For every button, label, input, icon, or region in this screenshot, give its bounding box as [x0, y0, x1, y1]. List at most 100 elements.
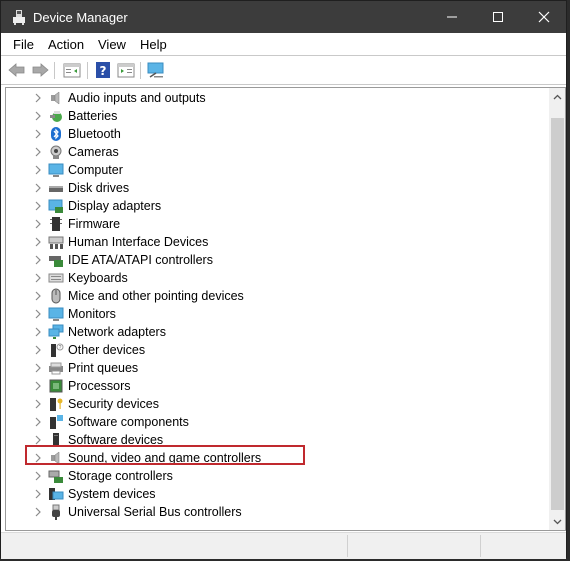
chevron-right-icon[interactable]	[33, 236, 43, 248]
tree-item[interactable]: Bluetooth	[6, 125, 546, 143]
chevron-right-icon[interactable]	[33, 92, 43, 104]
tree-item[interactable]: System devices	[6, 485, 546, 503]
chevron-right-icon[interactable]	[33, 398, 43, 410]
network-icon	[48, 324, 64, 339]
minimize-button[interactable]	[429, 1, 475, 33]
tree-item[interactable]: Network adapters	[6, 323, 546, 341]
menu-file[interactable]: File	[13, 37, 34, 52]
tree-item[interactable]: Audio inputs and outputs	[6, 89, 546, 107]
tree-item[interactable]: Display adapters	[6, 197, 546, 215]
tree-item-label: Network adapters	[68, 325, 166, 339]
chevron-right-icon[interactable]	[33, 470, 43, 482]
tree-item[interactable]: Software components	[6, 413, 546, 431]
computer-icon	[48, 163, 64, 177]
chevron-right-icon[interactable]	[33, 110, 43, 122]
tree-item[interactable]: Batteries	[6, 107, 546, 125]
software-component-icon	[50, 415, 63, 429]
chevron-right-icon[interactable]	[33, 254, 43, 266]
tree-item[interactable]: Storage controllers	[6, 467, 546, 485]
processor-icon	[49, 379, 63, 393]
mouse-icon	[51, 288, 61, 304]
chevron-right-icon[interactable]	[33, 416, 43, 428]
toolbar-separator	[140, 62, 141, 79]
camera-icon	[50, 145, 62, 159]
chevron-right-icon[interactable]	[33, 380, 43, 392]
status-segment	[347, 535, 348, 557]
chevron-right-icon[interactable]	[33, 164, 43, 176]
firmware-chip-icon	[50, 217, 62, 231]
help-icon[interactable]: ?	[93, 60, 113, 80]
hid-icon	[48, 236, 64, 249]
show-hide-console-tree-icon[interactable]	[62, 60, 82, 80]
chevron-right-icon[interactable]	[33, 452, 43, 464]
tree-item-label: Audio inputs and outputs	[68, 91, 206, 105]
tree-item[interactable]: Cameras	[6, 143, 546, 161]
tree-item-label: Security devices	[68, 397, 160, 411]
chevron-right-icon[interactable]	[33, 200, 43, 212]
chevron-right-icon[interactable]	[33, 128, 43, 140]
battery-icon	[50, 111, 62, 122]
tree-item[interactable]: Keyboards	[6, 269, 546, 287]
tree-item[interactable]: Sound, video and game controllers	[6, 449, 546, 467]
scroll-down-button[interactable]	[549, 513, 565, 530]
chevron-right-icon[interactable]	[33, 488, 43, 500]
tree-item-label: Processors	[68, 379, 131, 393]
tree-item[interactable]: Monitors	[6, 305, 546, 323]
tree-item[interactable]: Mice and other pointing devices	[6, 287, 546, 305]
back-arrow-icon[interactable]	[7, 60, 27, 80]
chevron-right-icon[interactable]	[33, 326, 43, 338]
tree-item-label: Keyboards	[68, 271, 128, 285]
tree-item[interactable]: ? Other devices	[6, 341, 546, 359]
speaker-icon	[51, 91, 60, 105]
title-bar[interactable]: Device Manager	[1, 1, 566, 33]
tree-item[interactable]: Human Interface Devices	[6, 233, 546, 251]
chevron-right-icon[interactable]	[33, 218, 43, 230]
chevron-right-icon[interactable]	[33, 308, 43, 320]
minimize-icon	[447, 16, 457, 18]
chevron-right-icon[interactable]	[33, 290, 43, 302]
window-title: Device Manager	[33, 10, 128, 25]
toolbar-separator	[54, 62, 55, 79]
unknown-device-icon: ?	[51, 343, 64, 357]
tree-item[interactable]: Disk drives	[6, 179, 546, 197]
ide-controller-icon	[49, 256, 63, 267]
tree-item-label: IDE ATA/ATAPI controllers	[68, 253, 213, 267]
tree-item[interactable]: Processors	[6, 377, 546, 395]
tree-item[interactable]: Firmware	[6, 215, 546, 233]
menu-action[interactable]: Action	[48, 37, 84, 52]
chevron-right-icon[interactable]	[33, 434, 43, 446]
tree-item[interactable]: Computer	[6, 161, 546, 179]
scroll-up-button[interactable]	[549, 88, 565, 105]
device-tree[interactable]: Audio inputs and outputs Batteries Bluetoo…	[5, 87, 549, 531]
security-key-icon	[50, 398, 63, 411]
tree-item[interactable]: Print queues	[6, 359, 546, 377]
close-button[interactable]	[521, 1, 567, 33]
chevron-right-icon[interactable]	[33, 146, 43, 158]
properties-icon[interactable]	[116, 60, 136, 80]
chevron-right-icon[interactable]	[33, 344, 43, 356]
chevron-right-icon[interactable]	[33, 506, 43, 518]
menu-help[interactable]: Help	[140, 37, 167, 52]
vertical-scrollbar[interactable]	[549, 87, 566, 531]
tree-item-label: Monitors	[68, 307, 116, 321]
tree-item[interactable]: Universal Serial Bus controllers	[6, 503, 546, 521]
scrollbar-thumb[interactable]	[551, 118, 564, 510]
display-adapter-icon	[48, 199, 63, 213]
chevron-right-icon[interactable]	[33, 362, 43, 374]
status-bar	[1, 532, 566, 559]
tree-item[interactable]: Security devices	[6, 395, 546, 413]
tree-item-label: Cameras	[68, 145, 119, 159]
chevron-right-icon[interactable]	[33, 272, 43, 284]
maximize-button[interactable]	[475, 1, 521, 33]
tree-item-label: Firmware	[68, 217, 121, 231]
tree-item[interactable]: IDE ATA/ATAPI controllers	[6, 251, 546, 269]
tree-item-label: Display adapters	[68, 199, 162, 213]
tree-item-label: Print queues	[68, 361, 139, 375]
scan-hardware-icon[interactable]	[146, 60, 166, 80]
chevron-right-icon[interactable]	[33, 182, 43, 194]
keyboard-icon	[48, 273, 64, 283]
menu-view[interactable]: View	[98, 37, 126, 52]
device-manager-icon	[13, 10, 25, 25]
forward-arrow-icon[interactable]	[30, 60, 50, 80]
tree-item[interactable]: Software devices	[6, 431, 546, 449]
